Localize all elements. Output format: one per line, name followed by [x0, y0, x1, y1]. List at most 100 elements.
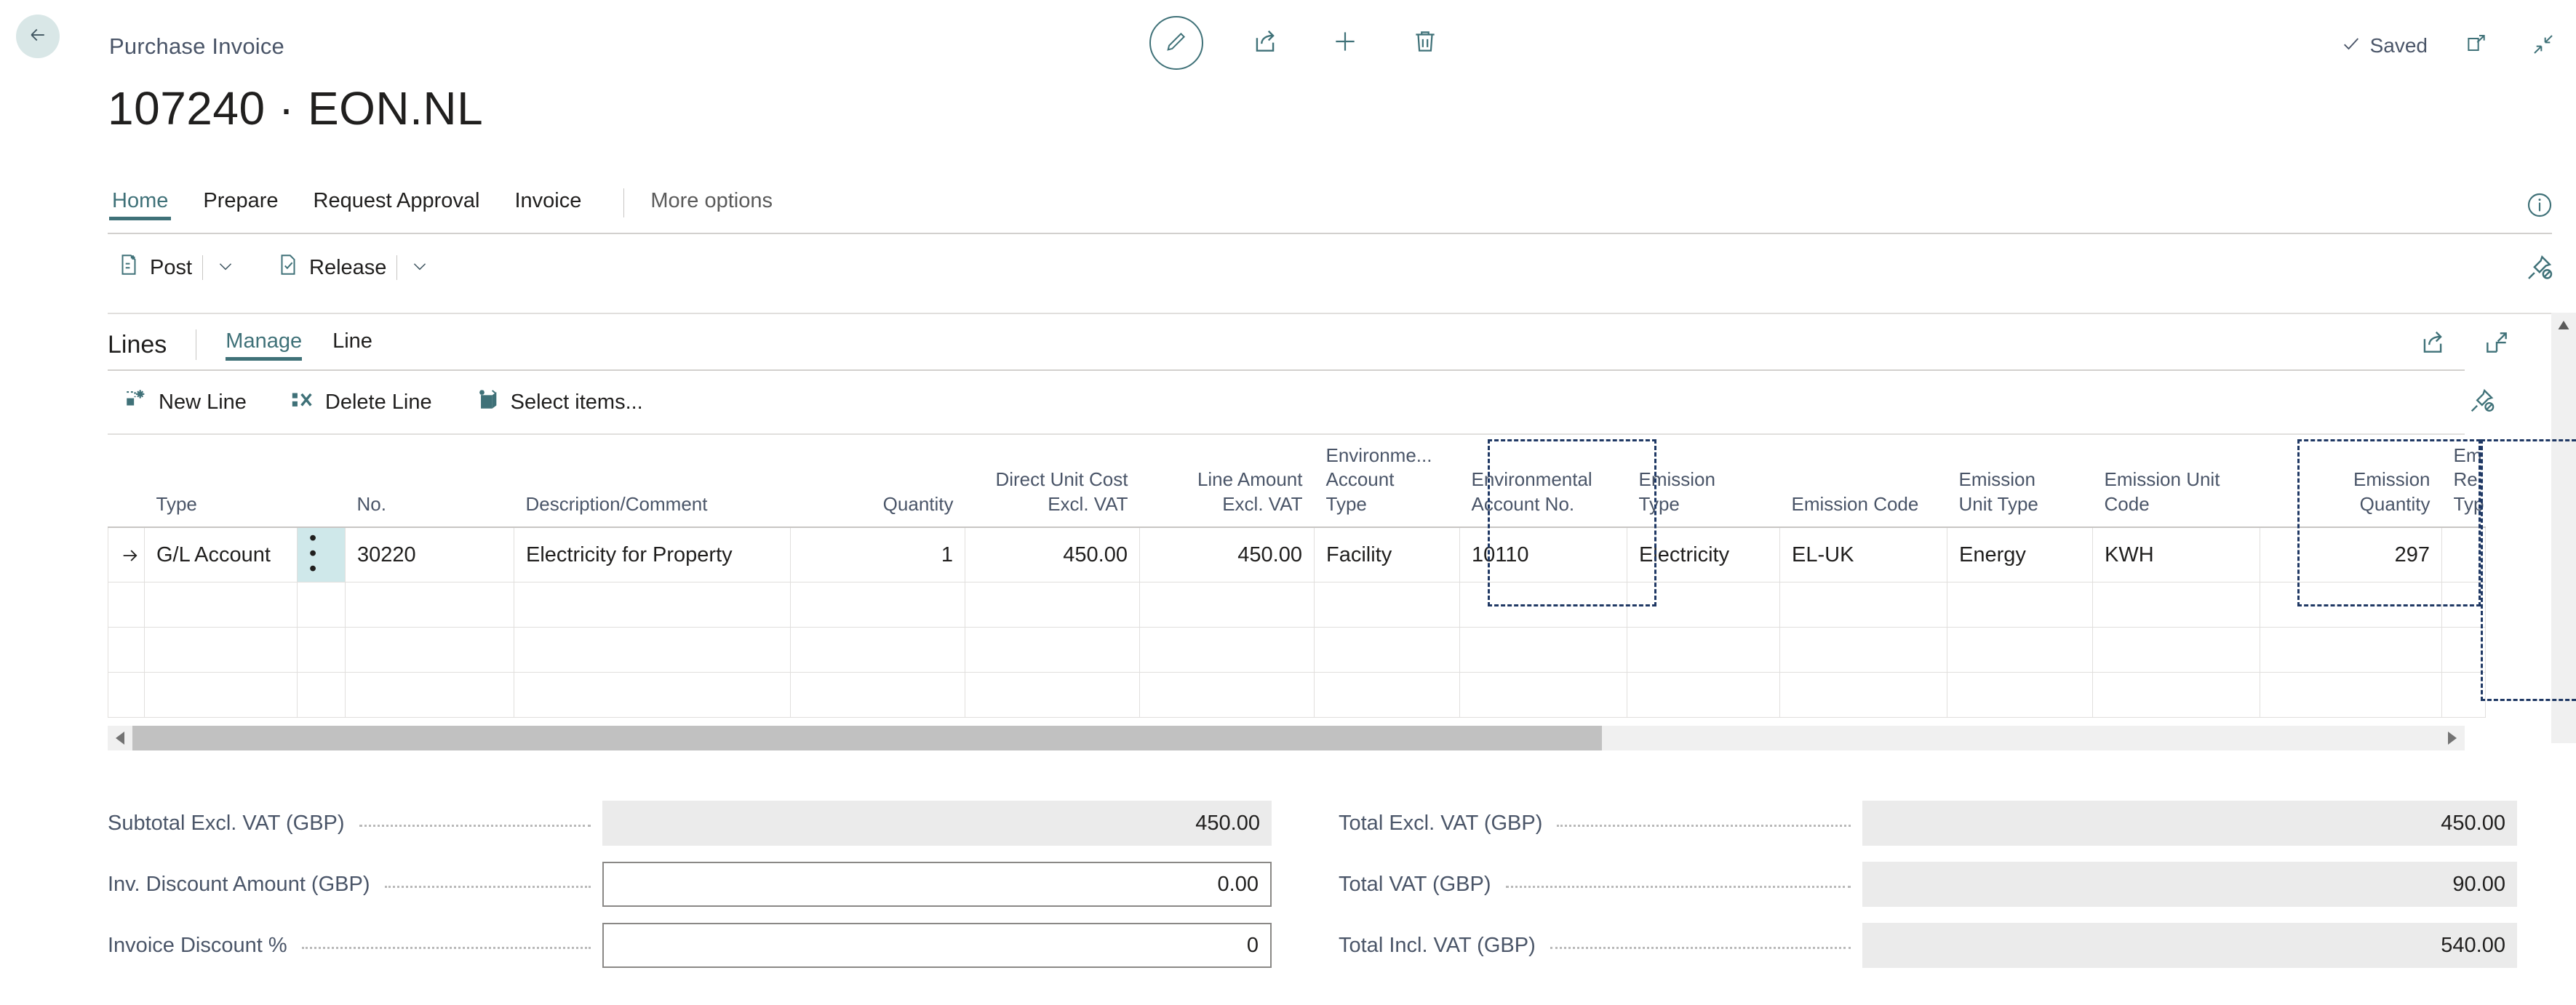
- cell-env_account_type[interactable]: [1314, 672, 1460, 718]
- cell-env_account_type[interactable]: Facility: [1314, 526, 1460, 583]
- cell-description[interactable]: [514, 627, 791, 673]
- cell-type[interactable]: [144, 672, 298, 718]
- cell-env_account_type[interactable]: [1314, 582, 1460, 628]
- cell-line_amount[interactable]: [1139, 627, 1315, 673]
- share-button[interactable]: [1247, 25, 1283, 61]
- total-value-field[interactable]: 0: [602, 923, 1272, 968]
- cell-type[interactable]: [144, 627, 298, 673]
- column-header-no[interactable]: No.: [345, 436, 514, 528]
- cell-no[interactable]: [345, 672, 514, 718]
- select-items-button[interactable]: Select items...: [476, 387, 643, 417]
- cell-dots[interactable]: [297, 672, 346, 718]
- scroll-thumb[interactable]: [132, 726, 1602, 750]
- cell-emission_quantity[interactable]: [2260, 627, 2442, 673]
- release-button[interactable]: Release: [276, 252, 386, 283]
- cell-emission_unit_type[interactable]: Energy: [1947, 526, 2093, 583]
- cell-emission_unit_type[interactable]: [1947, 672, 2093, 718]
- cell-env_account_no[interactable]: [1459, 672, 1627, 718]
- cell-emission_code[interactable]: [1779, 582, 1947, 628]
- column-header-emission_code[interactable]: Emission Code: [1779, 436, 1947, 528]
- open-in-new-window-button[interactable]: [2458, 28, 2495, 64]
- column-header-emission_type[interactable]: Emission Type: [1627, 436, 1780, 528]
- back-button[interactable]: [16, 15, 60, 58]
- tab-invoice[interactable]: Invoice: [511, 186, 584, 220]
- release-dropdown-button[interactable]: [407, 255, 432, 280]
- page-vertical-scrollbar[interactable]: [2551, 313, 2576, 743]
- cell-quantity[interactable]: [790, 672, 965, 718]
- post-dropdown-button[interactable]: [213, 255, 238, 280]
- table-row[interactable]: [108, 582, 2486, 628]
- cell-emission_type[interactable]: [1627, 627, 1780, 673]
- cell-env_account_no[interactable]: [1459, 582, 1627, 628]
- scroll-up-button[interactable]: [2551, 313, 2576, 337]
- cell-rowmark[interactable]: [108, 627, 145, 673]
- cell-emission_reporting_type[interactable]: [2441, 672, 2486, 718]
- cell-rowmark[interactable]: [108, 582, 145, 628]
- delete-button[interactable]: [1407, 25, 1443, 61]
- column-header-emission_unit_type[interactable]: Emission Unit Type: [1947, 436, 2093, 528]
- cell-type[interactable]: [144, 582, 298, 628]
- cell-emission_code[interactable]: EL-UK: [1779, 526, 1947, 583]
- new-button[interactable]: [1327, 25, 1363, 61]
- column-header-env_account_type[interactable]: Environme... Account Type: [1314, 436, 1460, 528]
- unpin-lines-toolbar-button[interactable]: [2467, 387, 2496, 416]
- lines-tab-line[interactable]: Line: [332, 329, 372, 361]
- tab-home[interactable]: Home: [109, 186, 172, 220]
- scroll-right-button[interactable]: [2440, 726, 2465, 750]
- cell-direct_unit_cost[interactable]: 450.00: [965, 526, 1140, 583]
- post-button[interactable]: Post: [116, 252, 192, 283]
- column-header-quantity[interactable]: Quantity: [790, 436, 965, 528]
- cell-env_account_no[interactable]: 10110: [1459, 526, 1627, 583]
- unpin-ribbon-button[interactable]: [2524, 253, 2554, 284]
- cell-emission_unit_code[interactable]: KWH: [2092, 526, 2260, 583]
- cell-emission_unit_code[interactable]: [2092, 627, 2260, 673]
- cell-dots[interactable]: [297, 627, 346, 673]
- cell-env_account_type[interactable]: [1314, 627, 1460, 673]
- cell-emission_unit_type[interactable]: [1947, 627, 2093, 673]
- lines-tab-manage[interactable]: Manage: [226, 329, 302, 361]
- scroll-left-button[interactable]: [108, 726, 132, 750]
- cell-emission_unit_type[interactable]: [1947, 582, 2093, 628]
- cell-line_amount[interactable]: [1139, 672, 1315, 718]
- cell-no[interactable]: [345, 627, 514, 673]
- cell-emission_reporting_type[interactable]: [2441, 526, 2486, 583]
- column-header-emission_quantity[interactable]: Emission Quantity: [2260, 436, 2442, 528]
- cell-type[interactable]: G/L Account: [144, 526, 298, 583]
- table-row[interactable]: [108, 672, 2486, 718]
- new-line-button[interactable]: New Line: [124, 387, 247, 417]
- cell-emission_type[interactable]: [1627, 582, 1780, 628]
- cell-direct_unit_cost[interactable]: [965, 672, 1140, 718]
- column-header-dots[interactable]: [297, 436, 346, 528]
- cell-direct_unit_cost[interactable]: [965, 582, 1140, 628]
- edit-button[interactable]: [1149, 16, 1203, 70]
- share-icon[interactable]: [2419, 329, 2447, 360]
- scroll-track[interactable]: [132, 726, 2440, 750]
- cell-emission_reporting_type[interactable]: [2441, 627, 2486, 673]
- cell-description[interactable]: [514, 582, 791, 628]
- cell-emission_reporting_type[interactable]: [2441, 582, 2486, 628]
- column-header-type[interactable]: Type: [144, 436, 298, 528]
- cell-direct_unit_cost[interactable]: [965, 627, 1140, 673]
- cell-quantity[interactable]: [790, 627, 965, 673]
- cell-emission_unit_code[interactable]: [2092, 672, 2260, 718]
- column-header-emission_unit_code[interactable]: Emission Unit Code: [2092, 436, 2260, 528]
- collapse-button[interactable]: [2525, 28, 2561, 64]
- cell-line_amount[interactable]: [1139, 582, 1315, 628]
- column-header-rowmark[interactable]: [108, 436, 145, 528]
- table-row[interactable]: [108, 627, 2486, 673]
- more-options-button[interactable]: More options: [647, 186, 775, 220]
- column-header-direct_unit_cost[interactable]: Direct Unit Cost Excl. VAT: [965, 436, 1140, 528]
- column-header-description[interactable]: Description/Comment: [514, 436, 791, 528]
- cell-description[interactable]: Electricity for Property: [514, 526, 791, 583]
- cell-no[interactable]: [345, 582, 514, 628]
- table-row[interactable]: G/L Account • • • 30220 Electricity for Prope…: [108, 526, 2486, 583]
- tab-prepare[interactable]: Prepare: [200, 186, 281, 220]
- column-header-line_amount[interactable]: Line Amount Excl. VAT: [1139, 436, 1315, 528]
- tab-request-approval[interactable]: Request Approval: [311, 186, 483, 220]
- grid-horizontal-scrollbar[interactable]: [108, 726, 2465, 750]
- cell-quantity[interactable]: [790, 582, 965, 628]
- cell-description[interactable]: [514, 672, 791, 718]
- total-value-field[interactable]: 0.00: [602, 862, 1272, 907]
- cell-env_account_no[interactable]: [1459, 627, 1627, 673]
- delete-line-button[interactable]: Delete Line: [290, 387, 432, 417]
